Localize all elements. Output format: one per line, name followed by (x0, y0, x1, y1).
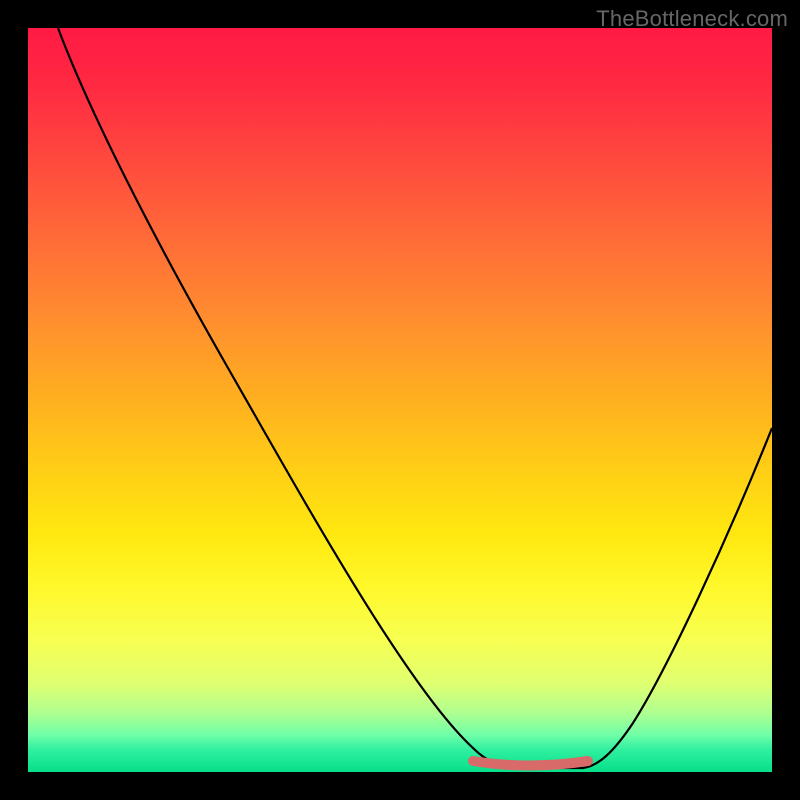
chart-svg (28, 28, 772, 772)
watermark: TheBottleneck.com (596, 6, 788, 32)
optimal-range-marker (473, 761, 588, 766)
chart-plot-area (28, 28, 772, 772)
bottleneck-curve (58, 28, 772, 768)
